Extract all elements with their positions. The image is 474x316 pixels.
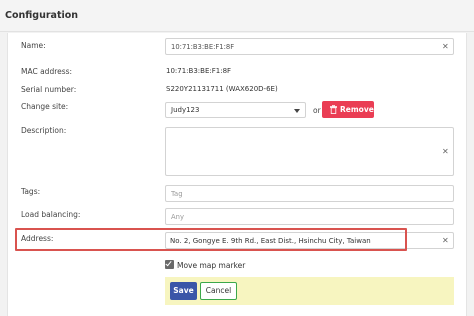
site-select-value: Judy123 bbox=[171, 106, 200, 114]
close-icon[interactable]: ✕ bbox=[442, 237, 449, 245]
section-header: Configuration bbox=[0, 0, 474, 32]
trash-icon bbox=[330, 105, 337, 114]
description-textarea[interactable] bbox=[165, 127, 454, 176]
tags-label: Tags: bbox=[21, 187, 41, 196]
mac-address-label: MAC address: bbox=[21, 67, 73, 76]
page-title: Configuration bbox=[5, 10, 79, 21]
check-icon bbox=[165, 259, 172, 267]
name-input[interactable] bbox=[165, 38, 454, 55]
move-map-marker-checkbox[interactable] bbox=[165, 259, 174, 269]
name-label: Name: bbox=[21, 41, 46, 50]
load-balancing-input[interactable] bbox=[165, 208, 454, 225]
address-highlight bbox=[15, 228, 407, 251]
change-site-label: Change site: bbox=[21, 102, 69, 111]
close-icon[interactable]: ✕ bbox=[442, 148, 449, 156]
chevron-down-icon bbox=[294, 109, 300, 113]
tags-input[interactable] bbox=[165, 185, 454, 202]
cancel-button[interactable]: Cancel bbox=[200, 282, 237, 300]
mac-address-value: 10:71:B3:BE:F1:8F bbox=[166, 67, 232, 75]
or-text: or bbox=[313, 106, 321, 115]
close-icon[interactable]: ✕ bbox=[442, 43, 449, 51]
load-balancing-label: Load balancing: bbox=[21, 210, 81, 219]
site-select[interactable]: Judy123 bbox=[165, 102, 306, 118]
move-map-marker-label: Move map marker bbox=[177, 261, 246, 270]
description-label: Description: bbox=[21, 126, 67, 135]
remove-button[interactable]: Remove bbox=[322, 101, 374, 118]
remove-button-label: Remove bbox=[340, 105, 374, 114]
serial-number-value: S220Y21131711 (WAX620D-6E) bbox=[166, 85, 278, 93]
serial-number-label: Serial number: bbox=[21, 85, 77, 94]
save-button[interactable]: Save bbox=[170, 282, 197, 300]
